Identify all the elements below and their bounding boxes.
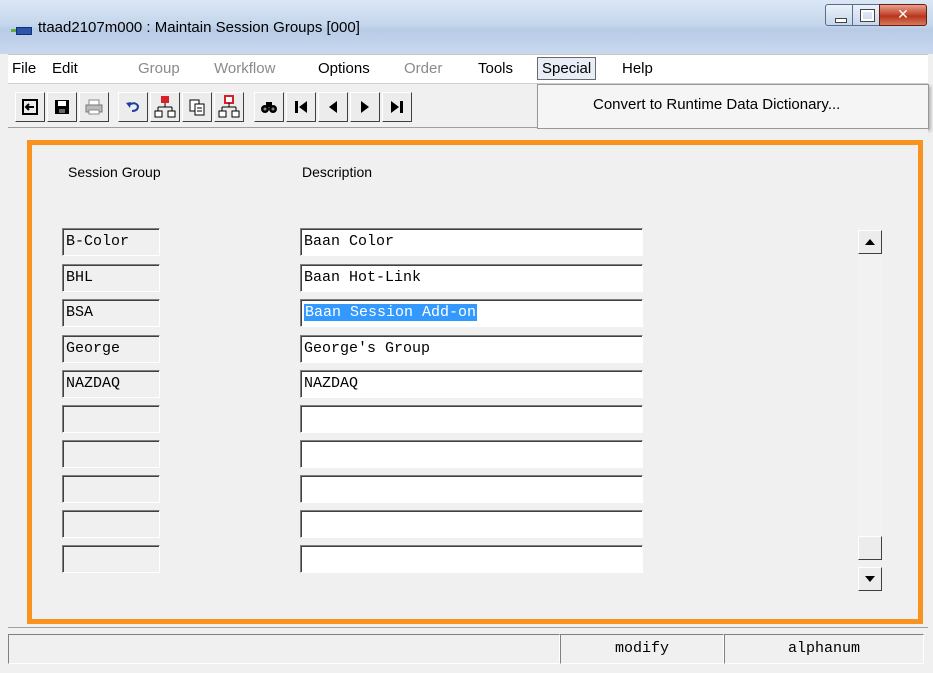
copy-button[interactable] [182,92,212,122]
print-icon [85,99,103,115]
menu-group[interactable]: Group [138,60,180,77]
selected-text: Baan Session Add-on [304,304,478,321]
panel-border-top [27,140,923,145]
menu-workflow[interactable]: Workflow [214,60,275,77]
session-group-field[interactable] [62,405,160,433]
menu-order[interactable]: Order [404,60,442,77]
scroll-down-button[interactable] [858,567,882,591]
insert-record-icon [154,96,176,118]
first-record-button[interactable] [286,92,316,122]
description-field[interactable]: Baan Hot-Link [300,264,643,292]
insert-record-button[interactable] [150,92,180,122]
menu-item-convert-runtime-dd[interactable]: Convert to Runtime Data Dictionary... [593,96,840,113]
session-group-field[interactable]: George [62,335,160,363]
next-record-icon [361,101,369,113]
description-field[interactable] [300,510,643,538]
menu-file[interactable]: File [12,60,36,77]
session-group-field[interactable] [62,510,160,538]
scrollbar-thumb[interactable] [858,536,882,560]
arrow-down-icon [865,576,875,582]
find-icon [261,102,277,113]
panel-border-left [27,140,32,624]
last-record-button[interactable] [382,92,412,122]
header-description: Description [302,164,373,180]
session-group-field[interactable]: BHL [62,264,160,292]
menu-help[interactable]: Help [622,60,653,77]
status-mode: modify [560,634,724,664]
close-button[interactable]: ✕ [879,4,927,26]
scrollbar-track[interactable] [858,254,882,536]
menu-bar: File Edit Group Workflow Options Order T… [8,54,928,84]
session-group-field[interactable]: BSA [62,299,160,327]
last-record-icon [391,101,403,113]
exit-icon [22,99,38,115]
window-title: ttaad2107m000 : Maintain Session Groups … [38,19,360,36]
menu-edit[interactable]: Edit [52,60,78,77]
scroll-up-button[interactable] [858,230,882,254]
session-group-field[interactable]: B-Color [62,228,160,256]
close-icon: ✕ [897,7,909,23]
next-record-button[interactable] [350,92,380,122]
undo-icon [126,102,140,112]
first-record-icon [295,101,307,113]
maximize-button[interactable] [852,4,880,26]
print-button[interactable] [79,92,109,122]
window-controls: ✕ [825,4,927,26]
status-bar: modify alphanum [8,627,928,667]
previous-record-icon [329,101,337,113]
session-group-field[interactable] [62,440,160,468]
app-icon [11,27,32,35]
exit-button[interactable] [15,92,45,122]
undo-button[interactable] [118,92,148,122]
description-field-selected[interactable]: Baan Session Add-on [300,299,643,327]
description-field[interactable]: NAZDAQ [300,370,643,398]
status-input-type: alphanum [724,634,924,664]
description-field[interactable]: George's Group [300,335,643,363]
menu-tools[interactable]: Tools [478,60,513,77]
panel-border-bottom [27,619,923,624]
duplicate-record-button[interactable] [214,92,244,122]
menu-special[interactable]: Special [537,57,597,80]
description-field[interactable]: Baan Color [300,228,643,256]
duplicate-record-icon [218,95,240,118]
save-icon [55,100,69,114]
special-menu-dropdown: Convert to Runtime Data Dictionary... [537,84,929,129]
copy-icon [189,99,205,116]
minimize-icon [835,18,847,23]
save-button[interactable] [47,92,77,122]
description-field[interactable] [300,475,643,503]
arrow-up-icon [865,239,875,245]
maximize-icon [860,9,875,22]
session-group-field[interactable] [62,475,160,503]
session-group-field[interactable]: NAZDAQ [62,370,160,398]
header-session-group: Session Group [68,164,161,180]
panel-border-right [918,140,923,624]
description-field[interactable] [300,545,643,573]
previous-record-button[interactable] [318,92,348,122]
status-message [8,634,560,664]
session-group-field[interactable] [62,545,160,573]
description-field[interactable] [300,405,643,433]
description-field[interactable] [300,440,643,468]
minimize-button[interactable] [825,4,853,26]
title-bar[interactable]: ttaad2107m000 : Maintain Session Groups … [0,0,933,54]
app-window: ttaad2107m000 : Maintain Session Groups … [0,0,933,673]
menu-options[interactable]: Options [318,60,370,77]
find-button[interactable] [254,92,284,122]
